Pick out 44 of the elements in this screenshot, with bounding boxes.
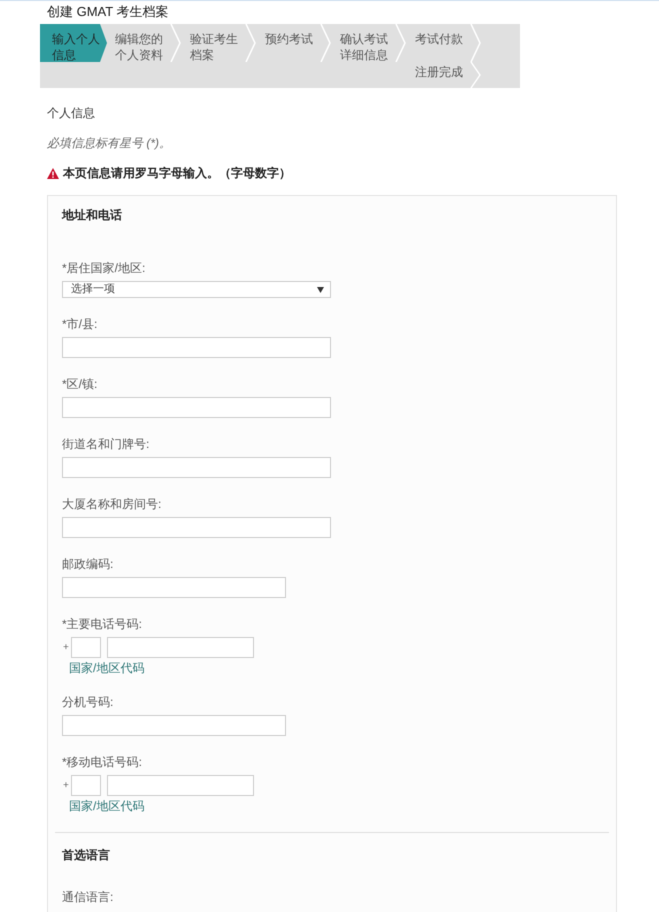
step-label: 考试付款 <box>415 31 464 47</box>
input-field[interactable] <box>62 397 331 418</box>
step-label: 注册完成 <box>415 64 464 80</box>
plus-sign: + <box>63 780 66 792</box>
chevron-icon <box>395 24 406 62</box>
input-field[interactable] <box>62 517 331 538</box>
step-label: 编辑您的个人资料 <box>115 31 164 63</box>
active-step: 输入个人信息 <box>40 24 107 62</box>
field-label: 通信语言: <box>62 889 114 905</box>
country-code-hint: 国家/地区代码 <box>69 798 146 814</box>
country-code-hint: 国家/地区代码 <box>69 660 146 676</box>
warning-message: 本页信息请用罗马字母输入。（字母数字） <box>63 165 291 181</box>
step-label: 预约考试 <box>265 31 314 47</box>
step-label: 确认考试详细信息 <box>340 31 389 63</box>
phone-number-input[interactable] <box>107 775 254 796</box>
section-heading: 个人信息 <box>46 105 96 121</box>
caret-down-icon <box>317 286 324 292</box>
country-code-input[interactable] <box>71 775 101 796</box>
chevron-icon <box>170 24 181 62</box>
section-title: 地址和电话 <box>62 207 123 223</box>
warning-icon <box>47 168 59 178</box>
field-label: 分机号码: <box>62 694 114 710</box>
field-label: 街道名和门牌号: <box>62 436 150 452</box>
field-label: *移动电话号码: <box>62 754 144 770</box>
field-label: *主要电话号码: <box>62 616 144 632</box>
chevron-icon <box>245 24 256 62</box>
field-label: 邮政编码: <box>62 556 114 572</box>
page-title: 创建 GMAT 考生档案 <box>46 3 170 20</box>
input-field[interactable] <box>62 715 286 736</box>
country-code-input[interactable] <box>71 637 101 658</box>
field-label: *居住国家/地区: <box>62 260 146 276</box>
input-field[interactable] <box>62 577 286 598</box>
dropdown-field[interactable]: 选择一项 <box>62 281 331 298</box>
required-note: 必填信息标有星号 (*)。 <box>46 135 172 151</box>
phone-number-input[interactable] <box>107 637 254 658</box>
chevron-icon <box>320 24 331 62</box>
input-field[interactable] <box>62 337 331 358</box>
input-field[interactable] <box>62 457 331 478</box>
field-label: *市/县: <box>62 316 98 332</box>
plus-sign: + <box>63 642 66 654</box>
field-label: 大厦名称和房间号: <box>62 496 162 512</box>
field-label: *区/镇: <box>62 376 98 392</box>
step-label: 验证考生档案 <box>190 31 239 63</box>
section-title: 首选语言 <box>62 847 111 863</box>
